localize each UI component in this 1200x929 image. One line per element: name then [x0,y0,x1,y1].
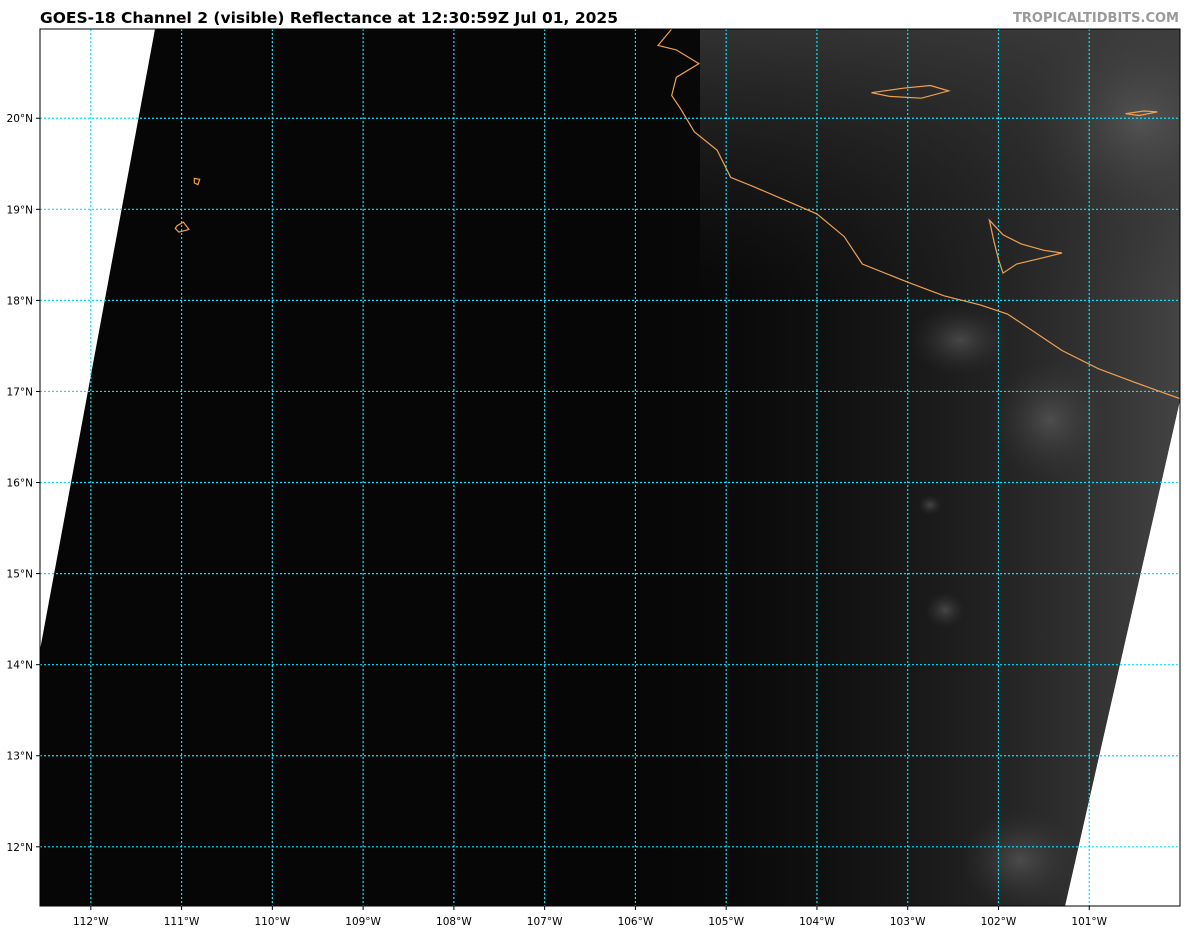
lat-tick-label: 19°N [7,204,33,216]
lon-tick-label: 101°W [1071,916,1107,928]
lon-tick-label: 112°W [73,916,109,928]
lon-tick-label: 103°W [890,916,926,928]
lat-tick-label: 18°N [7,295,33,307]
lon-tick-label: 105°W [708,916,744,928]
lon-tick-label: 104°W [799,916,835,928]
lon-tick-label: 102°W [981,916,1017,928]
lon-tick-label: 109°W [345,916,381,928]
lat-tick-label: 17°N [7,386,33,398]
lon-tick-label: 108°W [436,916,472,928]
lat-tick-label: 20°N [7,113,33,125]
satellite-map: 20°N 19°N 18°N 17°N 16°N 15°N 14°N 13°N 12°N 112… [7,28,1181,928]
lon-tick-label: 110°W [255,916,291,928]
latitude-axis: 20°N 19°N 18°N 17°N 16°N 15°N 14°N 13°N 12°N [7,113,40,854]
lon-tick-label: 111°W [164,916,200,928]
lon-tick-label: 106°W [618,916,654,928]
lat-tick-label: 14°N [7,660,33,672]
lat-tick-label: 15°N [7,569,33,581]
longitude-axis: 112°W 111°W 110°W 109°W 108°W 107°W 106°W 105°W… [73,906,1108,928]
lat-tick-label: 12°N [7,842,33,854]
lat-tick-label: 16°N [7,478,33,490]
lon-tick-label: 107°W [527,916,563,928]
lat-tick-label: 13°N [7,751,33,763]
